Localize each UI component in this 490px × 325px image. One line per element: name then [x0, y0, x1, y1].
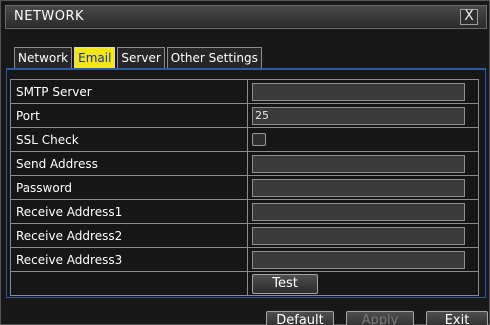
receive-address3-label: Receive Address3: [9, 247, 249, 272]
send-address-field[interactable]: [252, 154, 466, 173]
row-test: Test: [9, 271, 479, 296]
ssl-check-label: SSL Check: [9, 127, 249, 152]
tab-network[interactable]: Network: [14, 47, 73, 69]
receive-address3-field[interactable]: [252, 250, 466, 269]
row-receive-address2: Receive Address2: [9, 223, 479, 248]
row-ssl-check: SSL Check: [9, 127, 479, 152]
receive-address1-label: Receive Address1: [9, 199, 249, 224]
password-label: Password: [9, 175, 249, 200]
row-receive-address3: Receive Address3: [9, 247, 479, 272]
email-settings-table: SMTP Server Port 25 SSL Check Send Addre…: [9, 79, 479, 296]
password-field[interactable]: [252, 178, 466, 197]
exit-button[interactable]: Exit: [426, 311, 488, 325]
row-send-address: Send Address: [9, 151, 479, 176]
receive-address2-field[interactable]: [252, 226, 466, 245]
row-receive-address1: Receive Address1: [9, 199, 479, 224]
ssl-check-checkbox[interactable]: [252, 133, 267, 146]
test-button[interactable]: Test: [252, 273, 319, 294]
port-label: Port: [9, 103, 249, 128]
row-smtp-server: SMTP Server: [9, 79, 479, 104]
close-icon[interactable]: X: [460, 9, 478, 25]
smtp-server-label: SMTP Server: [9, 79, 249, 104]
send-address-label: Send Address: [9, 151, 249, 176]
title-bar: NETWORK X: [5, 5, 487, 29]
window-title: NETWORK: [14, 9, 85, 24]
tab-server[interactable]: Server: [117, 47, 165, 69]
port-field[interactable]: 25: [252, 106, 466, 125]
network-dialog: NETWORK X Network Email Server Other Set…: [0, 0, 490, 325]
tab-other-settings[interactable]: Other Settings: [166, 47, 262, 69]
tab-email[interactable]: Email: [74, 47, 116, 69]
smtp-server-field[interactable]: [252, 82, 466, 101]
row-port: Port 25: [9, 103, 479, 128]
receive-address2-label: Receive Address2: [9, 223, 249, 248]
tab-bar: Network Email Server Other Settings: [14, 47, 262, 69]
apply-button[interactable]: Apply: [346, 311, 414, 325]
row-password: Password: [9, 175, 479, 200]
receive-address1-field[interactable]: [252, 202, 466, 221]
default-button[interactable]: Default: [266, 311, 334, 325]
